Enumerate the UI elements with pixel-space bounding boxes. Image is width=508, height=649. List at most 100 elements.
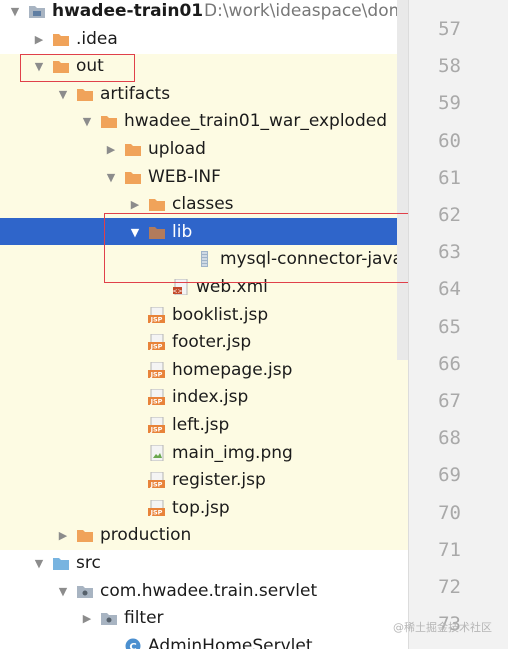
line-number: 59 [438,92,461,115]
line-number: 68 [438,427,461,450]
folder-icon [100,113,118,129]
tree-row[interactable]: ▼ hwadee-train01 D:\work\ideaspace\domes [0,0,408,25]
tree-row-label: WEB-INF [148,166,221,187]
package-icon [76,583,94,599]
tree-row-label: main_img.png [172,442,293,463]
svg-text:<>: <> [172,288,182,295]
tree-row-label: top.jsp [172,497,230,518]
tree-row[interactable]: ▶ .idea [0,26,408,53]
tree-row-label: .idea [76,28,118,49]
expand-arrow-icon[interactable]: ▼ [80,108,94,135]
tree-row[interactable]: ▼ com.hwadee.train.servlet [0,578,408,605]
line-number: 61 [438,166,461,189]
java-class-icon: C [124,638,142,649]
jsp-file-icon: JSP [148,388,166,406]
watermark: @稀土掘金技术社区 [393,621,492,634]
tree-row-label: upload [148,139,206,159]
line-number: 72 [438,576,461,598]
svg-text:JSP: JSP [150,481,163,489]
tree-row-label: index.jsp [172,387,249,408]
tree-row-label: homepage.jsp [172,359,293,380]
tree-row-label: artifacts [100,83,171,104]
folder-icon [76,86,94,102]
tree-row[interactable]: JSP footer.jsp [0,329,408,356]
tree-row-label: filter [124,608,164,629]
tree-row-label: booklist.jsp [172,304,269,325]
source-folder-icon [52,555,70,571]
expand-arrow-icon[interactable]: ▼ [32,550,46,577]
folder-icon [124,141,142,157]
line-number: 63 [438,241,461,264]
line-number: 57 [438,18,461,40]
tree-row-label: AdminHomeServlet [148,635,313,649]
tree-row-label: production [100,525,192,546]
tree-row-label: com.hwadee.train.servlet [100,580,318,601]
jsp-file-icon: JSP [148,306,166,324]
svg-text:C: C [129,642,136,649]
lib-folder-callout [104,213,408,283]
svg-text:JSP: JSP [150,343,163,351]
collapse-arrow-icon[interactable]: ▶ [104,136,118,163]
tree-row-label: left.jsp [172,415,230,435]
tree-row[interactable]: ▼ src [0,550,408,577]
project-tree: ▼ hwadee-train01 D:\work\ideaspace\domes ▶.… [0,0,408,649]
line-number: 70 [438,501,461,524]
jsp-file-icon: JSP [148,416,166,434]
svg-text:JSP: JSP [150,426,163,434]
tree-row-label: src [76,553,101,573]
folder-icon [52,31,70,47]
tree-row[interactable]: ▼ artifacts [0,81,408,108]
tree-row[interactable]: JSP top.jsp [0,495,408,522]
folder-icon [148,196,166,212]
tree-row[interactable]: ▶ production [0,522,408,549]
line-number: 65 [438,315,461,338]
line-number: 66 [438,352,461,375]
tree-row[interactable]: JSP left.jsp [0,412,408,439]
tree-scrollbar-thumb[interactable] [397,0,408,360]
jsp-file-icon: JSP [148,471,166,489]
expand-arrow-icon[interactable]: ▼ [8,0,22,25]
collapse-arrow-icon[interactable]: ▶ [80,605,94,632]
line-number: 62 [438,204,461,226]
project-path: D:\work\ideaspace\domes [204,1,408,21]
tree-row[interactable]: ▶ filter [0,605,408,632]
tree-row[interactable]: main_img.png [0,440,408,467]
editor-gutter: 57 58 59 60 61 62 63 64 65 66 67 68 69 70 71 72 73 [408,0,508,649]
line-number: 71 [438,538,461,561]
line-number: 64 [438,278,461,301]
tree-row-label: footer.jsp [172,332,252,353]
svg-text:JSP: JSP [150,398,163,406]
svg-text:JSP: JSP [150,370,163,378]
line-number: 60 [438,129,461,152]
tree-row[interactable]: C AdminHomeServlet [0,633,408,649]
jsp-file-icon: JSP [148,361,166,379]
out-folder-callout [20,54,135,82]
project-folder-icon [28,3,46,19]
collapse-arrow-icon[interactable]: ▶ [56,522,70,549]
image-file-icon [148,444,166,462]
tree-row[interactable]: ▼ hwadee_train01_war_exploded [0,108,408,135]
jsp-file-icon: JSP [148,333,166,351]
tree-row-label: hwadee_train01_war_exploded [124,111,387,132]
tree-row[interactable]: JSP index.jsp [0,384,408,411]
jsp-file-icon: JSP [148,499,166,517]
svg-text:JSP: JSP [150,508,163,516]
collapse-arrow-icon[interactable]: ▶ [32,26,46,53]
tree-row[interactable]: JSP booklist.jsp [0,302,408,329]
line-number: 58 [438,55,461,78]
expand-arrow-icon[interactable]: ▼ [56,578,70,605]
package-icon [100,610,118,626]
line-number: 67 [438,390,461,412]
tree-row-label: register.jsp [172,470,266,491]
folder-icon [124,169,142,185]
tree-row[interactable]: ▶ upload [0,136,408,163]
expand-arrow-icon[interactable]: ▼ [56,81,70,108]
svg-text:JSP: JSP [150,315,163,323]
tree-row[interactable]: ▼ WEB-INF [0,164,408,191]
line-number: 69 [438,464,461,487]
folder-icon [76,527,94,543]
tree-row[interactable]: JSP homepage.jsp [0,357,408,384]
expand-arrow-icon[interactable]: ▼ [104,164,118,191]
tree-row[interactable]: JSP register.jsp [0,467,408,494]
tree-row-label: hwadee-train01 [52,1,204,21]
